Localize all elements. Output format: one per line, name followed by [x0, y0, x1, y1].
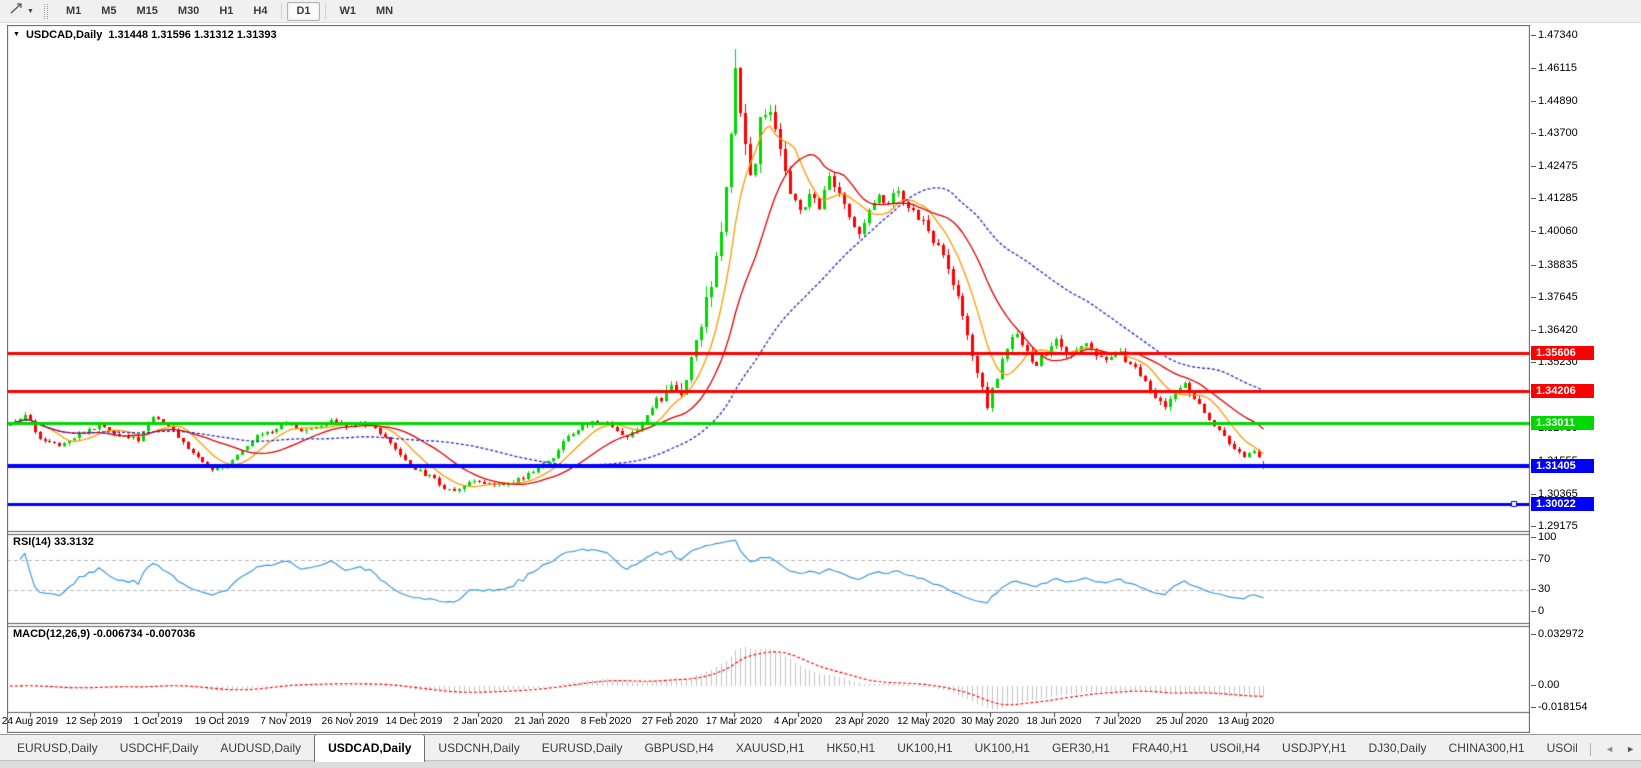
price-line-badge: 1.30022	[1531, 497, 1594, 511]
macd-axis-label: 0.032972	[1538, 628, 1584, 641]
price-axis-label: 1.36420	[1538, 324, 1578, 337]
tool-dropdown-caret-icon[interactable]: ▼	[27, 8, 34, 15]
price-axis-label: 1.44890	[1538, 95, 1578, 108]
chart-tab-usoil-h1[interactable]: USOil,H1	[1538, 735, 1577, 762]
price-axis-label: 1.41285	[1538, 192, 1578, 205]
timeframe-button-m1[interactable]: M1	[57, 2, 90, 21]
price-line-badge: 1.34206	[1531, 384, 1594, 398]
macd-indicator-header: MACD(12,26,9) -0.006734 -0.007036	[13, 628, 195, 640]
timeframe-button-m30[interactable]: M30	[169, 2, 208, 21]
price-line-badge: 1.33011	[1531, 416, 1594, 430]
rsi-axis-label: 70	[1538, 553, 1550, 566]
chart-tab-usdcad-daily[interactable]: USDCAD,Daily	[314, 735, 425, 762]
price-axis-label: 1.43700	[1538, 127, 1578, 140]
chart-symbol-label: USDCAD,Daily	[26, 29, 102, 41]
timeframe-button-m15[interactable]: M15	[128, 2, 167, 21]
tab-scroll-controls: ◄ ►	[1588, 739, 1635, 759]
chart-tab-uk100-h1[interactable]: UK100,H1	[888, 735, 961, 762]
chart-title: ▼ USDCAD,Daily 1.31448 1.31596 1.31312 1…	[13, 29, 277, 41]
macd-axis-label: 0.00	[1538, 679, 1559, 692]
rsi-indicator-header: RSI(14) 33.3132	[13, 536, 94, 548]
chart-tab-dj30-daily[interactable]: DJ30,Daily	[1360, 735, 1436, 762]
tab-separator	[1590, 743, 1591, 756]
price-axis-label: 1.37645	[1538, 291, 1578, 304]
chart-ohlc-values: 1.31448 1.31596 1.31312 1.31393	[108, 29, 276, 41]
toolbar-grip-handle[interactable]	[44, 4, 48, 19]
timeframe-toolbar: M1M5M15M30H1H4 D1 W1MN	[56, 0, 403, 23]
timeframe-button-h1[interactable]: H1	[210, 2, 242, 21]
price-axis-label: 1.40060	[1538, 225, 1578, 238]
rsi-axis-label: 0	[1538, 605, 1544, 618]
mt4-platform: { "toolbar": { "groups": [["M1","M5","M1…	[0, 0, 1641, 768]
timeframe-button-d1[interactable]: D1	[287, 2, 319, 21]
price-line-badge: 1.31405	[1531, 459, 1594, 473]
timeframe-button-w1[interactable]: W1	[331, 2, 366, 21]
chart-tab-gbpusd-h4[interactable]: GBPUSD,H4	[635, 735, 722, 762]
chart-tabs: EURUSD,DailyUSDCHF,DailyAUDUSD,DailyUSDC…	[8, 735, 1577, 762]
macd-axis-label: -0.018154	[1538, 701, 1588, 714]
rsi-axis-label: 30	[1538, 583, 1550, 596]
price-line-badge: 1.35606	[1531, 346, 1594, 360]
chart-tab-eurusd-daily[interactable]: EURUSD,Daily	[8, 735, 107, 762]
top-toolbar: ▼ M1M5M15M30H1H4 D1 W1MN	[0, 0, 1641, 23]
chart-tab-hk50-h1[interactable]: HK50,H1	[818, 735, 885, 762]
date-axis-label: 13 Aug 2020	[1204, 716, 1288, 727]
chart-tab-usdcnh-daily[interactable]: USDCNH,Daily	[429, 735, 528, 762]
rsi-axis-label: 100	[1538, 531, 1556, 544]
timeframe-button-h4[interactable]: H4	[244, 2, 276, 21]
chart-tab-usdchf-daily[interactable]: USDCHF,Daily	[111, 735, 208, 762]
price-axis-label: 1.42475	[1538, 160, 1578, 173]
price-axis-label: 1.38835	[1538, 259, 1578, 272]
chart-collapse-caret-icon[interactable]: ▼	[13, 31, 20, 38]
price-chart-canvas[interactable]	[7, 25, 1530, 733]
chart-tab-xauusd-h1[interactable]: XAUUSD,H1	[727, 735, 814, 762]
chart-tab-usdjpy-h1[interactable]: USDJPY,H1	[1273, 735, 1355, 762]
price-axis-label: 1.47340	[1538, 29, 1578, 42]
timeframe-button-m5[interactable]: M5	[92, 2, 125, 21]
chart-tab-ger30-h1[interactable]: GER30,H1	[1043, 735, 1119, 762]
chart-tabbar: EURUSD,DailyUSDCHF,DailyAUDUSD,DailyUSDC…	[0, 734, 1641, 768]
crosshair-tool-icon	[9, 2, 24, 20]
timeframe-button-mn[interactable]: MN	[367, 2, 402, 21]
chart-tab-uk100-h1[interactable]: UK100,H1	[966, 735, 1039, 762]
chart-tab-eurusd-daily[interactable]: EURUSD,Daily	[533, 735, 632, 762]
chart-tab-usoil-h4[interactable]: USOil,H4	[1201, 735, 1269, 762]
tabs-scroll-left-button[interactable]: ◄	[1605, 745, 1614, 754]
tabs-scroll-right-button[interactable]: ►	[1626, 745, 1635, 754]
price-axis-label: 1.46115	[1538, 62, 1577, 75]
chart-tab-audusd-daily[interactable]: AUDUSD,Daily	[211, 735, 310, 762]
chart-tab-china300-h1[interactable]: CHINA300,H1	[1440, 735, 1534, 762]
chart-tab-fra40-h1[interactable]: FRA40,H1	[1123, 735, 1197, 762]
toolbar-group-separator	[281, 3, 282, 19]
toolbar-group-separator	[325, 3, 326, 19]
crosshair-tool-button[interactable]: ▼	[5, 1, 38, 21]
